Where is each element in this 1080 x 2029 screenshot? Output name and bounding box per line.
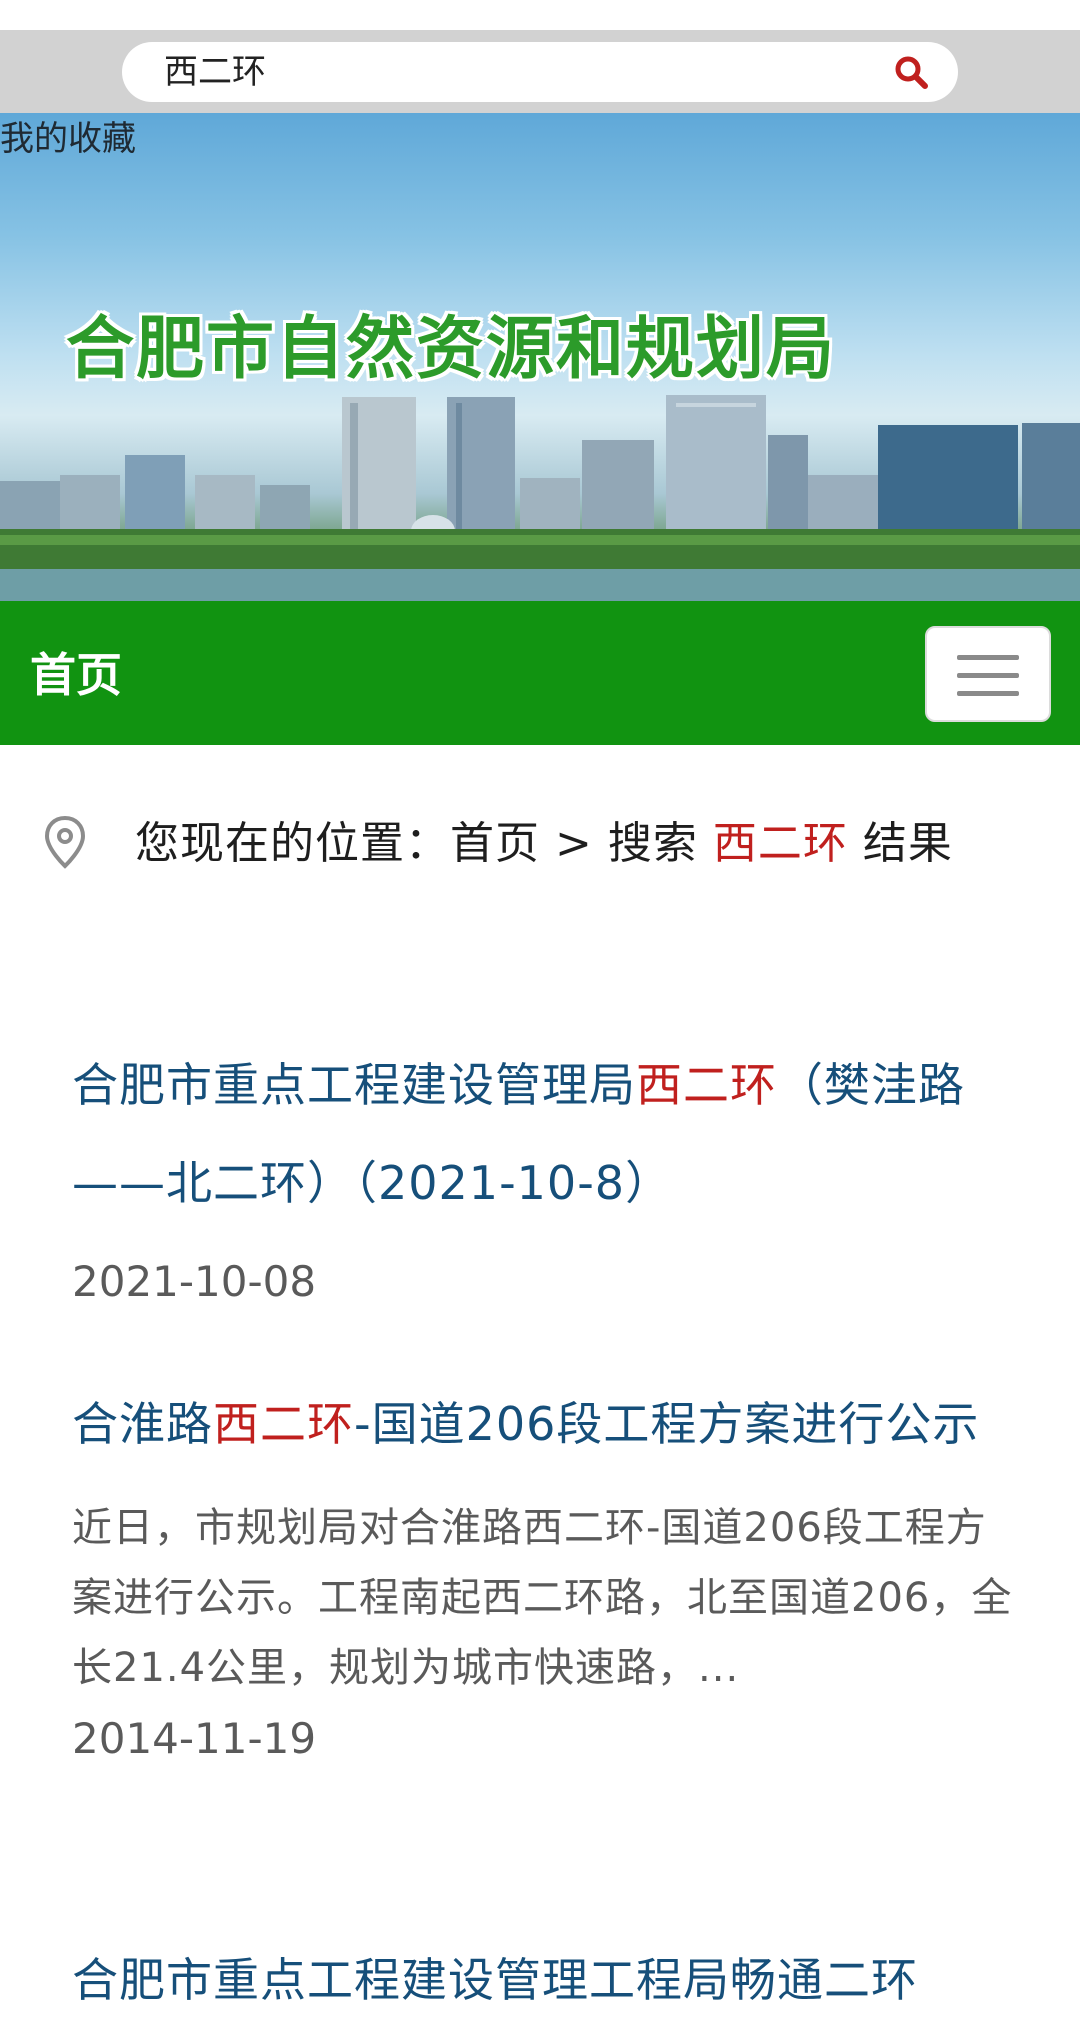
result-title-text: 合肥市重点工程建设管理局	[72, 1058, 636, 1112]
result-title-keyword: 西二环	[636, 1058, 777, 1112]
result-title-keyword: 西二环	[213, 1397, 354, 1451]
city-skyline-image	[0, 395, 1080, 601]
result-title-link[interactable]: 合肥市重点工程建设管理工程局畅通二环	[72, 1931, 1022, 2029]
result-title-text: 合肥市重点工程建设管理工程局畅通二环	[72, 1953, 918, 2007]
status-strip	[0, 0, 1080, 30]
location-pin-icon	[44, 815, 86, 869]
breadcrumb-prefix: 您现在的位置：首页 > 搜索	[135, 818, 713, 869]
result-title-link[interactable]: 合肥市重点工程建设管理局西二环（樊洼路——北二环）（2021-10-8）	[72, 1036, 1022, 1232]
result-snippet: 近日，市规划局对合淮路西二环-国道206段工程方案进行公示。工程南起西二环路，北…	[72, 1505, 1013, 1691]
result-title-link[interactable]: 合淮路西二环-国道206段工程方案进行公示	[72, 1375, 1022, 1473]
result-item: 合肥市重点工程建设管理工程局畅通二环	[72, 1931, 1022, 2029]
result-title-text: 合淮路	[72, 1397, 213, 1451]
nav-home-link[interactable]: 首页	[30, 649, 122, 701]
result-title-text: -国道206段工程方案进行公示	[354, 1397, 980, 1451]
search-icon[interactable]	[894, 55, 928, 89]
search-input[interactable]: 西二环	[164, 53, 266, 91]
menu-button[interactable]	[925, 626, 1051, 722]
breadcrumb-suffix: 结果	[847, 818, 953, 869]
breadcrumb-text: 您现在的位置：首页 > 搜索 西二环 结果	[135, 808, 1035, 880]
site-title: 合肥市自然资源和规划局	[66, 310, 837, 389]
result-item: 合淮路西二环-国道206段工程方案进行公示 近日，市规划局对合淮路西二环-国道2…	[72, 1375, 1022, 1769]
result-date: 2021-10-08	[72, 1257, 317, 1306]
breadcrumb-keyword: 西二环	[712, 818, 848, 869]
result-item: 合肥市重点工程建设管理局西二环（樊洼路——北二环）（2021-10-8） 202…	[72, 1036, 1022, 1312]
search-field[interactable]: 西二环	[122, 42, 958, 102]
favorites-link[interactable]: 我的收藏	[0, 119, 136, 159]
header-banner: 我的收藏 合肥市自然资源和规划局	[0, 113, 1080, 601]
main-navbar: 首页	[0, 601, 1080, 745]
result-date: 2014-11-19	[72, 1714, 317, 1763]
search-bar: 西二环	[0, 30, 1080, 113]
